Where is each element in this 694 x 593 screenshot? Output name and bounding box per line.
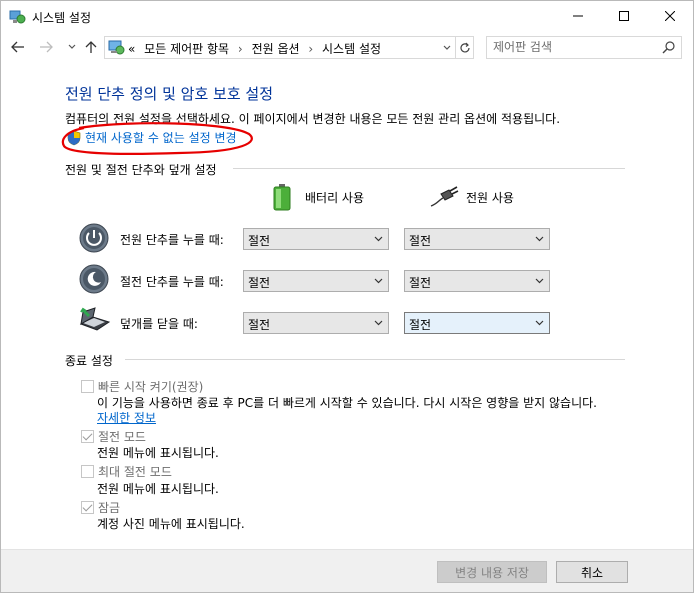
battery-header-label: 배터리 사용 [305, 190, 365, 205]
address-bar[interactable]: « 모든 제어판 항목 › 전원 옵션 › 시스템 설정 [104, 36, 456, 59]
recent-locations-button[interactable] [64, 39, 80, 55]
plugged-column-header: 전원 사용 [429, 186, 514, 208]
select-value: 절전 [248, 234, 271, 248]
sleep-button-battery-select[interactable]: 절전 [243, 270, 389, 292]
lock-description: 계정 사진 메뉴에 표시됩니다. [97, 517, 245, 531]
chevron-down-icon [443, 45, 450, 50]
address-history-button[interactable] [438, 36, 456, 59]
title-bar: 시스템 설정 [1, 1, 693, 31]
forward-arrow-icon [40, 41, 53, 53]
close-icon [665, 11, 675, 21]
sleep-checkbox[interactable] [81, 430, 94, 443]
hibernate-checkbox-row[interactable]: 최대 절전 모드 [81, 463, 172, 480]
sleep-button-row-label: 절전 단추를 누를 때: [120, 275, 224, 289]
group-divider [233, 168, 625, 169]
hibernate-checkbox[interactable] [81, 465, 94, 478]
battery-column-header: 배터리 사용 [272, 183, 364, 211]
search-icon [662, 41, 675, 54]
power-button-icon [79, 223, 109, 253]
fast-startup-description: 이 기능을 사용하면 종료 후 PC를 더 빠르게 시작할 수 있습니다. 다시… [97, 396, 597, 410]
power-button-plugged-select[interactable]: 절전 [404, 228, 550, 250]
lid-close-row-label: 덮개를 닫을 때: [120, 317, 198, 331]
chevron-down-icon [374, 236, 383, 242]
maximize-button[interactable] [601, 1, 647, 31]
back-button[interactable] [10, 39, 26, 55]
lid-close-plugged-select[interactable]: 절전 [404, 312, 550, 334]
lock-label: 잠금 [98, 501, 121, 515]
minimize-icon [573, 15, 583, 17]
fast-startup-label: 빠른 시작 켜기(권장) [98, 380, 204, 394]
fast-startup-checkbox[interactable] [81, 380, 94, 393]
select-value: 절전 [248, 276, 271, 290]
chevron-down-icon [374, 320, 383, 326]
select-value: 절전 [409, 234, 432, 248]
more-info-link[interactable]: 자세한 정보 [97, 409, 156, 426]
window-title: 시스템 설정 [32, 11, 92, 25]
breadcrumb: « 모든 제어판 항목 › 전원 옵션 › 시스템 설정 [128, 40, 381, 57]
maximize-icon [619, 11, 629, 21]
fast-startup-checkbox-row[interactable]: 빠른 시작 켜기(권장) [81, 378, 203, 395]
close-button[interactable] [647, 1, 693, 31]
group-divider [125, 359, 625, 360]
select-value: 절전 [409, 318, 432, 332]
breadcrumb-separator-icon: › [237, 42, 243, 56]
laptop-lid-icon [79, 307, 111, 331]
select-value: 절전 [409, 276, 432, 290]
power-button-battery-select[interactable]: 절전 [243, 228, 389, 250]
cancel-button[interactable]: 취소 [556, 561, 628, 583]
minimize-button[interactable] [555, 1, 601, 31]
breadcrumb-power-options[interactable]: 전원 옵션 [252, 42, 300, 56]
breadcrumb-separator-icon: › [308, 42, 314, 56]
system-settings-window: 시스템 설정 « 모든 제어판 항목 › 전원 옵션 › 시스템 설정 제어판 … [0, 0, 694, 593]
hibernate-description: 전원 메뉴에 표시됩니다. [97, 482, 219, 496]
lid-close-battery-select[interactable]: 절전 [243, 312, 389, 334]
plugged-header-label: 전원 사용 [466, 190, 514, 205]
chevron-down-icon [535, 320, 544, 326]
power-group-label: 전원 및 절전 단추와 덮개 설정 [65, 163, 217, 177]
back-arrow-icon [11, 41, 24, 53]
navigation-bar: « 모든 제어판 항목 › 전원 옵션 › 시스템 설정 [1, 31, 693, 63]
breadcrumb-system-settings[interactable]: 시스템 설정 [322, 42, 381, 56]
sleep-description: 전원 메뉴에 표시됩니다. [97, 446, 219, 460]
sleep-button-plugged-select[interactable]: 절전 [404, 270, 550, 292]
search-box[interactable] [486, 36, 682, 59]
select-value: 절전 [248, 318, 271, 332]
forward-button[interactable] [38, 39, 54, 55]
hibernate-label: 최대 절전 모드 [98, 465, 172, 479]
breadcrumb-overflow[interactable]: « [128, 42, 135, 56]
page-subtitle: 컴퓨터의 전원 설정을 선택하세요. 이 페이지에서 변경한 내용은 모든 전원… [65, 112, 561, 126]
up-arrow-icon [85, 41, 97, 53]
sleep-checkbox-row[interactable]: 절전 모드 [81, 428, 146, 445]
lock-checkbox-row[interactable]: 잠금 [81, 499, 120, 516]
refresh-icon [459, 42, 470, 52]
search-input[interactable] [493, 40, 653, 54]
breadcrumb-all-items[interactable]: 모든 제어판 항목 [144, 42, 229, 56]
shutdown-group-label: 종료 설정 [65, 354, 113, 368]
power-options-app-icon [9, 10, 26, 24]
uac-shield-icon [67, 130, 81, 145]
save-changes-button[interactable]: 변경 내용 저장 [437, 561, 547, 583]
battery-icon [273, 184, 291, 211]
chevron-down-icon [535, 278, 544, 284]
up-button[interactable] [83, 39, 99, 55]
change-unavailable-settings-link[interactable]: 현재 사용할 수 없는 설정 변경 [67, 129, 237, 146]
power-plug-icon [430, 186, 459, 207]
lock-checkbox[interactable] [81, 501, 94, 514]
refresh-button[interactable] [456, 36, 474, 59]
footer-bar: 변경 내용 저장 취소 [1, 549, 693, 592]
page-title: 전원 단추 정의 및 암호 보호 설정 [65, 85, 274, 103]
sleep-button-icon [79, 264, 109, 294]
control-panel-icon [108, 40, 125, 55]
change-link-label[interactable]: 현재 사용할 수 없는 설정 변경 [85, 129, 237, 146]
sleep-label: 절전 모드 [98, 430, 146, 444]
chevron-down-icon [68, 44, 76, 49]
chevron-down-icon [374, 278, 383, 284]
power-button-row-label: 전원 단추를 누를 때: [120, 233, 224, 247]
chevron-down-icon [535, 236, 544, 242]
